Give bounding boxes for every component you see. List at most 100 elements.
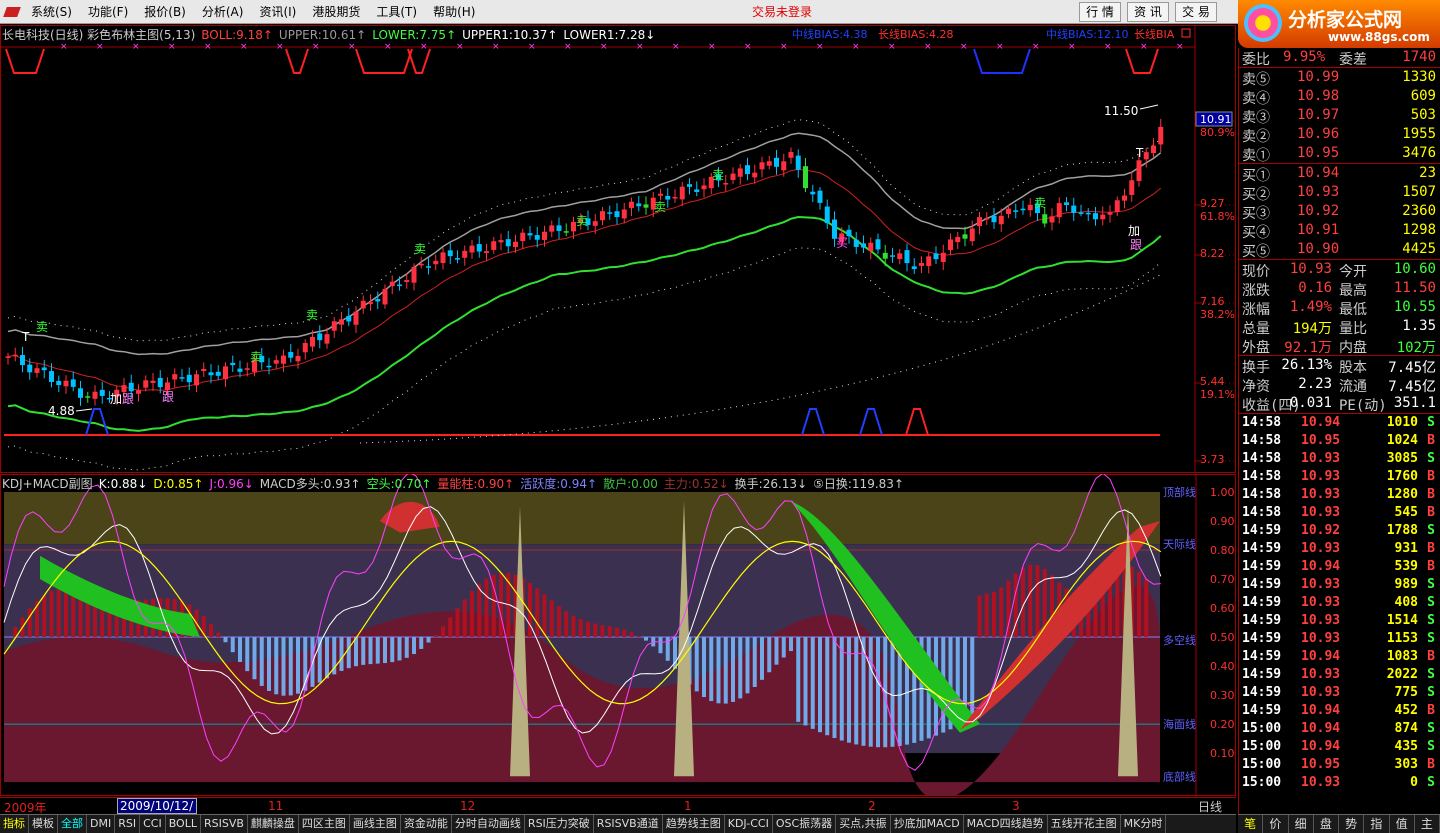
tick-volume: 0 [1410, 775, 1418, 790]
main-chart-canvas[interactable]: 10.9180.9% 9.2761.8% 8.22 7.1638.2% 5.4419.1… [0, 25, 1236, 473]
indicator-tab[interactable]: MACD四线趋势 [964, 815, 1048, 833]
bias-label: 长线BIA [1134, 27, 1175, 41]
tick-price: 10.94 [1301, 739, 1341, 754]
indicator-tab[interactable]: 全部 [58, 815, 87, 833]
macd-bar [615, 627, 619, 638]
quote-tab[interactable]: 值 [1390, 815, 1415, 833]
indicator-tab[interactable]: 资金动能 [401, 815, 452, 833]
indicator-tab[interactable]: BOLL [166, 815, 201, 833]
tick-price: 10.93 [1301, 595, 1341, 610]
ask-row: 卖⑤ 10.99 1330 [1239, 68, 1440, 88]
indicator-tab[interactable]: RSI压力突破 [525, 815, 594, 833]
indicator-tab[interactable]: RSI [115, 815, 141, 833]
quote-tab[interactable]: 笔 [1238, 815, 1264, 833]
indicator-chart-canvas[interactable]: 1.00 0.90 0.80 0.70 0.60 0.50 0.40 0.30 0.20 0.10… [0, 471, 1236, 801]
bid-volume: 4425 [1402, 241, 1436, 257]
menu-item-1[interactable]: 功能(F) [80, 0, 136, 24]
candle-body [346, 315, 352, 322]
indicator-tab[interactable]: 四区主图 [299, 815, 350, 833]
candle-body [723, 183, 729, 185]
candle-body [498, 240, 504, 243]
indicator-tab[interactable]: 分时自动画线 [452, 815, 525, 833]
candle-body [1064, 202, 1069, 205]
main-chart-frame [0, 25, 1236, 473]
menu-item-0[interactable]: 系统(S) [23, 0, 80, 24]
quote-tab[interactable]: 势 [1339, 815, 1365, 833]
tick-price: 10.93 [1301, 685, 1341, 700]
menu-item-2[interactable]: 报价(B) [136, 0, 194, 24]
zone-label: 天际线 [1163, 537, 1196, 551]
trade-button[interactable]: 交 易 [1175, 2, 1217, 22]
tick-time: 14:59 [1242, 667, 1282, 682]
menu-items: 系统(S) 功能(F) 报价(B) 分析(A) 资讯(I) 港股期货 工具(T) 帮助(H) [23, 0, 483, 24]
macd-bar [455, 608, 460, 638]
quote-tab[interactable]: 主 [1415, 815, 1440, 833]
indicator-tab[interactable]: RSISVB [201, 815, 248, 833]
candle-body [157, 377, 163, 388]
indicator-tab[interactable]: 麒麟操盘 [248, 815, 299, 833]
menu-item-3[interactable]: 分析(A) [194, 0, 252, 24]
tick-volume: 775 [1394, 685, 1418, 700]
indicator-tab[interactable]: MK分时 [1121, 815, 1167, 833]
indicator-tab[interactable]: KDJ-CCI [725, 815, 773, 833]
candle-body [875, 239, 881, 250]
indicator-chart[interactable]: 1.00 0.90 0.80 0.70 0.60 0.50 0.40 0.30 0.20 0.10… [0, 471, 1236, 801]
main-price-chart[interactable]: 10.91 80.9% 9.27 61.8% 8.22 7.16 38.2% 5.44 19.1… [0, 25, 1236, 473]
macd-bar [847, 637, 851, 743]
bid-label: 买① [1242, 168, 1270, 184]
indicator-tab[interactable]: OSC振荡器 [773, 815, 837, 833]
tick-row: 14:58 10.94 1010 S [1239, 414, 1440, 432]
period-label[interactable]: 日线 [1198, 798, 1222, 815]
news-button[interactable]: 资 讯 [1127, 2, 1169, 22]
add-signal: 加 [1128, 224, 1140, 238]
quote-tab[interactable]: 细 [1289, 815, 1314, 833]
menu-item-6[interactable]: 工具(T) [368, 0, 425, 24]
bottom-signal-trap [905, 408, 929, 436]
candle-body [353, 311, 359, 325]
indicator-tab[interactable]: DMI [87, 815, 116, 833]
macd-bar [346, 637, 351, 669]
candle-body [281, 355, 286, 364]
indicator-tab[interactable]: CCI [140, 815, 166, 833]
macd-bar [499, 572, 503, 638]
indicator-axis-label: 1.00 [1210, 486, 1235, 499]
bid-label: 买③ [1242, 206, 1270, 222]
candle-body [882, 252, 888, 259]
bid-volume: 1507 [1402, 184, 1436, 200]
bias-marker: × [744, 42, 752, 52]
indicator-tab[interactable]: 模板 [29, 815, 58, 833]
macd-bar [549, 600, 554, 638]
indicator-tab[interactable]: 抄底加MACD [891, 815, 964, 833]
macd-bar [542, 594, 547, 638]
indicator-tab[interactable]: RSISVB通道 [594, 815, 663, 833]
stat-value: 92.1万 [1284, 340, 1332, 356]
menu-item-4[interactable]: 资讯(I) [251, 0, 304, 24]
ask-volume: 503 [1410, 107, 1436, 123]
bias-marker: × [348, 42, 356, 52]
macd-bar [781, 637, 786, 658]
quote-tab[interactable]: 指 [1364, 815, 1390, 833]
menu-item-5[interactable]: 港股期货 [304, 0, 368, 24]
indicator-tab[interactable]: 趋势线主图 [663, 815, 725, 833]
tick-volume: 2022 [1386, 667, 1418, 682]
candle-body [1158, 126, 1164, 145]
candle-body [868, 242, 874, 252]
quote-button[interactable]: 行 情 [1079, 2, 1121, 22]
macd-bar [731, 637, 735, 702]
bid-volume: 1298 [1402, 222, 1436, 238]
tick-time: 15:00 [1242, 757, 1282, 772]
macd-bar [267, 637, 271, 692]
candle-body [520, 232, 526, 242]
indicator-tab[interactable]: 五线开花主图 [1048, 815, 1121, 833]
indicator-tab[interactable]: 买点,共振 [836, 815, 891, 833]
macd-bar [281, 637, 286, 696]
quote-tab[interactable]: 盘 [1314, 815, 1339, 833]
bias-signal [355, 48, 413, 74]
candle-body [433, 260, 439, 265]
quote-tab[interactable]: 价 [1263, 815, 1289, 833]
indicator-tab[interactable]: 指标 [0, 815, 29, 833]
menu-item-7[interactable]: 帮助(H) [425, 0, 483, 24]
indicator-tab[interactable]: 画线主图 [350, 815, 401, 833]
macd-bar [397, 637, 402, 661]
ask-price: 10.98 [1297, 88, 1340, 104]
